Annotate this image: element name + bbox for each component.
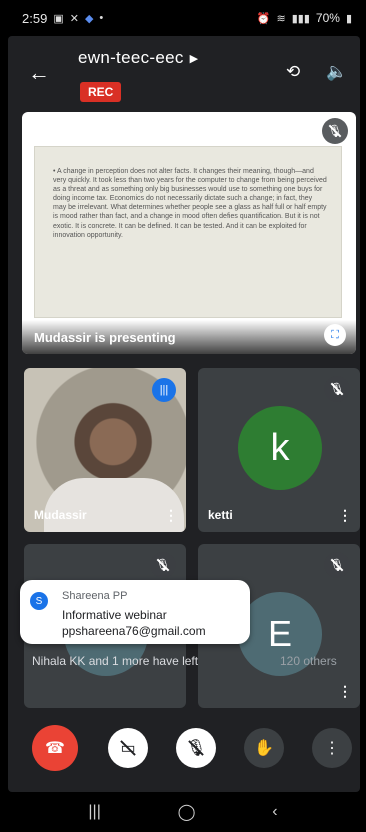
speaker-icon[interactable]: 🔈 [326,62,347,82]
notification-sender: Shareena PP [62,590,128,602]
app-icon: ◆ [84,12,94,25]
others-count[interactable]: 120 others [280,654,337,668]
notification-avatar: S [30,592,48,610]
gallery-icon: ▣ [53,12,64,25]
back-arrow-icon[interactable]: ← [28,60,50,86]
recent-apps-icon[interactable]: ||| [88,803,100,821]
switch-camera-icon[interactable]: ⟲ [286,62,300,82]
speaking-indicator-icon: ||| [152,378,176,402]
avatar-initial: k [270,426,290,469]
wifi-icon: ≋ [276,12,286,25]
alarm-icon: ⏰ [256,12,271,25]
avatar-initial: E [267,613,292,654]
back-icon[interactable]: ‹ [272,803,277,821]
dot-icon: • [99,12,104,24]
more-options-icon[interactable]: ⋮ [164,507,178,524]
presenting-label: Mudassir is presenting [34,329,176,345]
fullscreen-icon[interactable]: ⛶ [324,324,346,346]
system-nav-bar: ||| ◯ ‹ [0,792,366,832]
slide-content: • A change in perception does not alter … [34,146,342,318]
home-icon[interactable]: ◯ [178,802,196,822]
mic-off-button[interactable]: 🎙 [176,728,216,768]
participant-name: Mudassir [34,508,87,522]
video-figure [44,478,184,532]
raise-hand-button[interactable]: ✋ [244,728,284,768]
participant-name: ketti [208,508,233,522]
status-bar: 2:59 ▣ ✕ ◆ • ⏰ ≋ ▮▮▮ 70% ▮ [0,0,366,36]
camera-off-button[interactable]: ▭ [108,728,148,768]
more-options-icon[interactable]: ⋮ [338,683,352,700]
status-left: 2:59 ▣ ✕ ◆ • [22,11,103,26]
meet-app: ← ewn-teec-eec ▶ REC ⟲ 🔈 🎙 • A change in… [8,36,360,792]
presentation-tile[interactable]: 🎙 • A change in perception does not alte… [22,112,356,354]
participant-avatar: k [238,406,322,490]
more-options-button[interactable]: ⋮ [312,728,352,768]
recording-badge: REC [80,82,122,102]
end-call-button[interactable]: ☎ [32,725,78,771]
battery-icon: ▮ [345,12,352,25]
status-right: ⏰ ≋ ▮▮▮ 70% ▮ [257,11,352,25]
meeting-code: ewn-teec-eec [78,48,184,67]
participant-tile-ketti[interactable]: 🎙 k ketti ⋮ [198,368,360,532]
participant-tile-mudassir[interactable]: ||| Mudassir ⋮ [24,368,186,532]
participants-left-banner: Nihala KK and 1 more have left [32,654,199,668]
more-options-icon[interactable]: ⋮ [338,507,352,524]
chevron-right-icon: ▶ [189,52,199,65]
notification-card[interactable]: S Shareena PP Informative webinar ppshar… [20,580,250,644]
mic-off-icon: 🎙 [324,552,350,578]
notification-message: Informative webinar [62,608,167,622]
presenting-caption: Mudassir is presenting [22,320,356,354]
battery-percentage: 70% [315,11,340,25]
call-controls: ☎ ▭ 🎙 ✋ ⋮ [8,720,360,780]
slide-text: • A change in perception does not alter … [53,168,327,239]
meeting-header: ← ewn-teec-eec ▶ REC ⟲ 🔈 [8,36,360,110]
notification-avatar-initial: S [35,595,43,607]
signal-icon: ▮▮▮ [291,12,310,25]
mic-off-icon: 🎙 [324,376,350,402]
notification-email: ppshareena76@gmail.com [62,624,206,638]
status-time: 2:59 [22,10,48,26]
meeting-title[interactable]: ewn-teec-eec ▶ [78,48,198,68]
mic-off-icon: 🎙 [322,118,348,144]
mic-off-icon: 🎙 [150,552,176,578]
crossed-icon: ✕ [69,12,79,25]
